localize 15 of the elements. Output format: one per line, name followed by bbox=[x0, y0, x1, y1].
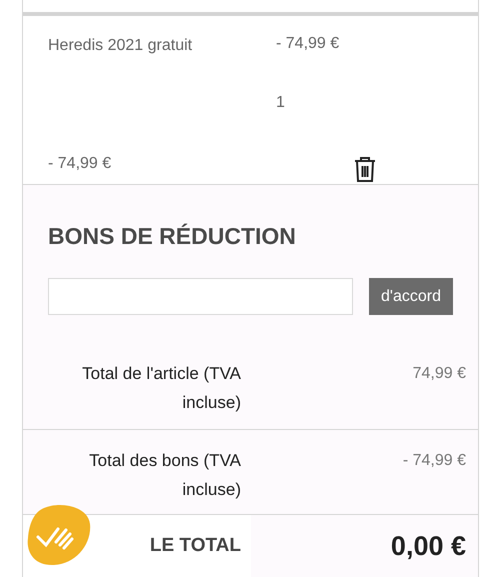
total-label: Total de l'article (TVA incluse) bbox=[81, 363, 241, 414]
voucher-field[interactable] bbox=[48, 278, 353, 315]
section-title: BONS DE RÉDUCTION bbox=[47, 222, 297, 251]
submit-button[interactable]: d'accord bbox=[369, 278, 453, 315]
line-total: - 74,99 € bbox=[48, 154, 112, 174]
grand-total-value: 0,00 € bbox=[390, 530, 467, 563]
total-label: Total des bons (TVA incluse) bbox=[88, 450, 241, 501]
quantity: 1 bbox=[276, 93, 286, 113]
unit-price: - 74,99 € bbox=[276, 34, 340, 54]
total-value: 74,99 € bbox=[412, 364, 466, 384]
grand-total-label: LE TOTAL bbox=[150, 534, 241, 558]
product-name: Heredis 2021 gratuit bbox=[48, 36, 194, 56]
delete-button[interactable] bbox=[352, 155, 378, 183]
total-value: - 74,99 € bbox=[402, 451, 466, 471]
trash-icon bbox=[353, 156, 377, 182]
